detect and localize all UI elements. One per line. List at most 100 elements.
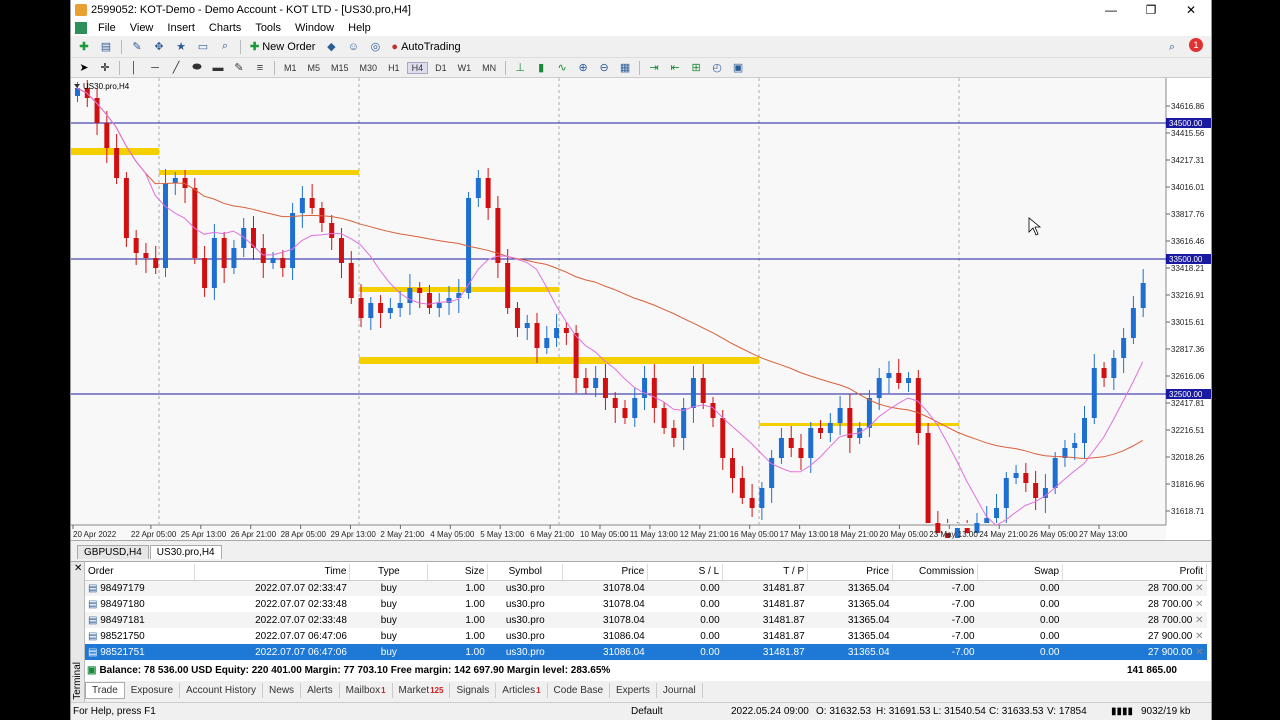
chart-canvas[interactable]: 34616.86 34415.56 34217.31 34016.01 33817.76…: [71, 78, 1211, 541]
data-window-icon[interactable]: ✥: [150, 39, 168, 55]
column-header[interactable]: Commission: [892, 564, 979, 581]
column-header[interactable]: Profit: [1062, 564, 1207, 581]
terminal-tab-code-base[interactable]: Code Base: [548, 682, 611, 698]
order-row[interactable]: ▤ 98521751 2022.07.07 06:47:06 buy 1.00 us30…: [85, 644, 1207, 660]
timeframe-h4[interactable]: H4: [406, 61, 429, 74]
close-icon[interactable]: ✕: [74, 563, 82, 574]
trendline-icon[interactable]: ╱: [167, 60, 185, 76]
time-label: 20 May 05:00: [879, 530, 928, 539]
close-order-icon[interactable]: ✕: [1192, 615, 1203, 626]
signals-icon[interactable]: ☺: [344, 39, 362, 55]
autoscroll-icon[interactable]: ⇥: [645, 60, 663, 76]
bearish-candle: [114, 148, 120, 178]
indicators-icon[interactable]: ⊞: [687, 60, 705, 76]
menu-insert[interactable]: Insert: [160, 22, 202, 34]
order-row[interactable]: ▤ 98521750 2022.07.07 06:47:06 buy 1.00 us30…: [85, 628, 1207, 644]
new-chart-icon[interactable]: ✚: [75, 39, 93, 55]
terminal-tab-alerts[interactable]: Alerts: [301, 682, 340, 698]
minimize-button[interactable]: —: [1091, 0, 1131, 20]
terminal-tab-signals[interactable]: Signals: [450, 682, 497, 698]
close-order-icon[interactable]: ✕: [1192, 631, 1203, 642]
crosshair-icon[interactable]: ✛: [96, 60, 114, 76]
terminal-tab-journal[interactable]: Journal: [657, 682, 703, 698]
menu-tools[interactable]: Tools: [248, 22, 288, 34]
menu-window[interactable]: Window: [288, 22, 341, 34]
order-row[interactable]: ▤ 98497179 2022.07.07 02:33:47 buy 1.00 us30…: [85, 580, 1207, 596]
price-label: 34217.31: [1171, 156, 1205, 165]
column-header[interactable]: Symbol: [487, 564, 564, 581]
chart-shift-icon[interactable]: ⇤: [666, 60, 684, 76]
timeframe-w1[interactable]: W1: [454, 63, 476, 73]
column-header[interactable]: Type: [349, 564, 429, 581]
terminal-tab-market[interactable]: Market125: [393, 682, 451, 698]
order-row[interactable]: ▤ 98497181 2022.07.07 02:33:48 buy 1.00 us30…: [85, 612, 1207, 628]
vps-icon[interactable]: ◎: [366, 39, 384, 55]
profiles-icon[interactable]: ▤: [97, 39, 115, 55]
channel-icon[interactable]: ≡: [251, 60, 269, 76]
metaeditor-icon[interactable]: ◆: [322, 39, 340, 55]
terminal-tab-experts[interactable]: Experts: [610, 682, 657, 698]
terminal-tab-articles[interactable]: Articles1: [496, 682, 548, 698]
terminal-tab-trade[interactable]: Trade: [85, 681, 125, 699]
autotrading-button[interactable]: ● AutoTrading: [388, 41, 463, 53]
cursor-icon[interactable]: ➤: [75, 60, 93, 76]
order-cell: 31481.87: [722, 644, 808, 660]
candlestick-icon[interactable]: ▮: [532, 60, 550, 76]
timeframe-m30[interactable]: M30: [356, 63, 382, 73]
column-header[interactable]: T / P: [722, 564, 809, 581]
column-header[interactable]: Price: [562, 564, 649, 581]
order-cell: us30.pro: [487, 644, 563, 660]
tile-windows-icon[interactable]: ▦: [616, 60, 634, 76]
search-icon[interactable]: ⌕: [1163, 39, 1181, 55]
menu-file[interactable]: File: [91, 22, 123, 34]
terminal-tab-mailbox[interactable]: Mailbox1: [340, 682, 393, 698]
timeframe-h1[interactable]: H1: [384, 63, 404, 73]
terminal-tab-news[interactable]: News: [263, 682, 302, 698]
menu-help[interactable]: Help: [341, 22, 378, 34]
terminal-tab-account-history[interactable]: Account History: [180, 682, 264, 698]
close-button[interactable]: ✕: [1171, 0, 1211, 20]
menu-view[interactable]: View: [123, 22, 161, 34]
zoom-in-icon[interactable]: ⊕: [574, 60, 592, 76]
order-row[interactable]: ▤ 98497180 2022.07.07 02:33:48 buy 1.00 us30…: [85, 596, 1207, 612]
close-order-icon[interactable]: ✕: [1192, 583, 1203, 594]
notification-badge-icon[interactable]: 1: [1189, 38, 1203, 52]
terminal-tab-exposure[interactable]: Exposure: [125, 682, 181, 698]
timeframe-mn[interactable]: MN: [478, 63, 500, 73]
line-chart-icon[interactable]: ∿: [553, 60, 571, 76]
vertical-line-icon[interactable]: │: [125, 60, 143, 76]
navigator-icon[interactable]: ★: [172, 39, 190, 55]
terminal-icon[interactable]: ▭: [194, 39, 212, 55]
new-order-button[interactable]: ✚ New Order: [247, 40, 318, 54]
strategy-tester-icon[interactable]: ⌕: [216, 39, 234, 55]
price-label: 31816.96: [1171, 480, 1205, 489]
maximize-button[interactable]: ❐: [1131, 0, 1171, 20]
column-header[interactable]: Order: [85, 564, 196, 581]
timeframe-m1[interactable]: M1: [280, 63, 301, 73]
bullish-candle: [368, 303, 374, 318]
templates-icon[interactable]: ▣: [729, 60, 747, 76]
periods-icon[interactable]: ◴: [708, 60, 726, 76]
chart-tab-us30[interactable]: US30.pro,H4: [149, 545, 222, 559]
timeframe-m15[interactable]: M15: [327, 63, 353, 73]
order-cell: 2022.07.07 06:47:06: [194, 644, 350, 660]
ellipse-icon[interactable]: ⬬: [188, 60, 206, 76]
timeframe-m5[interactable]: M5: [304, 63, 325, 73]
price-chart[interactable]: 34616.86 34415.56 34217.31 34016.01 33817.76…: [71, 78, 1211, 541]
column-header[interactable]: Price: [807, 564, 894, 581]
column-header[interactable]: S / L: [647, 564, 724, 581]
timeframe-d1[interactable]: D1: [431, 63, 451, 73]
rectangle-icon[interactable]: ▬: [209, 60, 227, 76]
menu-charts[interactable]: Charts: [202, 22, 248, 34]
chart-tab-gbpusd[interactable]: GBPUSD,H4: [77, 545, 149, 559]
bar-chart-icon[interactable]: ⊥: [511, 60, 529, 76]
horizontal-line-icon[interactable]: ─: [146, 60, 164, 76]
column-header[interactable]: Time: [194, 564, 351, 581]
close-order-icon[interactable]: ✕: [1192, 599, 1203, 610]
pencil-icon[interactable]: ✎: [230, 60, 248, 76]
column-header[interactable]: Swap: [977, 564, 1063, 581]
close-order-icon[interactable]: ✕: [1192, 647, 1203, 658]
column-header[interactable]: Size: [427, 564, 489, 581]
market-watch-icon[interactable]: ✎: [128, 39, 146, 55]
zoom-out-icon[interactable]: ⊖: [595, 60, 613, 76]
